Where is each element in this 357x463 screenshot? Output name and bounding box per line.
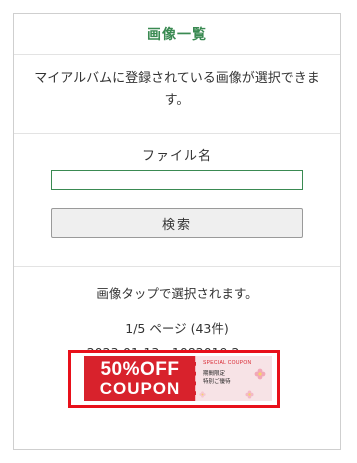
page-info: 1/5 ページ (43件) — [125, 321, 229, 336]
panel-header: 画像一覧 — [14, 14, 340, 55]
coupon-left-panel: 50%OFF COUPON — [84, 356, 197, 401]
filename-input[interactable] — [51, 170, 303, 190]
flower-icon — [254, 368, 266, 380]
coupon-discount-text: 50%OFF — [100, 358, 180, 380]
description-text: マイアルバムに登録されている画像が選択できます。 — [14, 55, 340, 134]
tap-hint-text: 画像タップで選択されます。 — [96, 286, 258, 301]
page-title: 画像一覧 — [147, 27, 207, 43]
coupon-word-text: COUPON — [99, 378, 181, 398]
image-thumbnail[interactable]: 50%OFF COUPON SPECIAL COUPON 期間限定 特別ご優待 — [84, 356, 272, 401]
search-section: ファイル名 検索 — [14, 134, 340, 267]
coupon-right-panel: SPECIAL COUPON 期間限定 特別ご優待 — [196, 356, 272, 401]
flower-icon — [245, 390, 254, 399]
results-section: 画像タップで選択されます。 1/5 ページ (43件) 2023-01-13 1… — [14, 267, 340, 363]
flower-icon — [199, 391, 206, 398]
search-button[interactable]: 検索 — [51, 208, 303, 238]
coupon-special-text: SPECIAL COUPON — [203, 360, 252, 366]
filename-label: ファイル名 — [141, 149, 212, 164]
selected-image-highlight: 50%OFF COUPON SPECIAL COUPON 期間限定 特別ご優待 — [68, 350, 280, 408]
